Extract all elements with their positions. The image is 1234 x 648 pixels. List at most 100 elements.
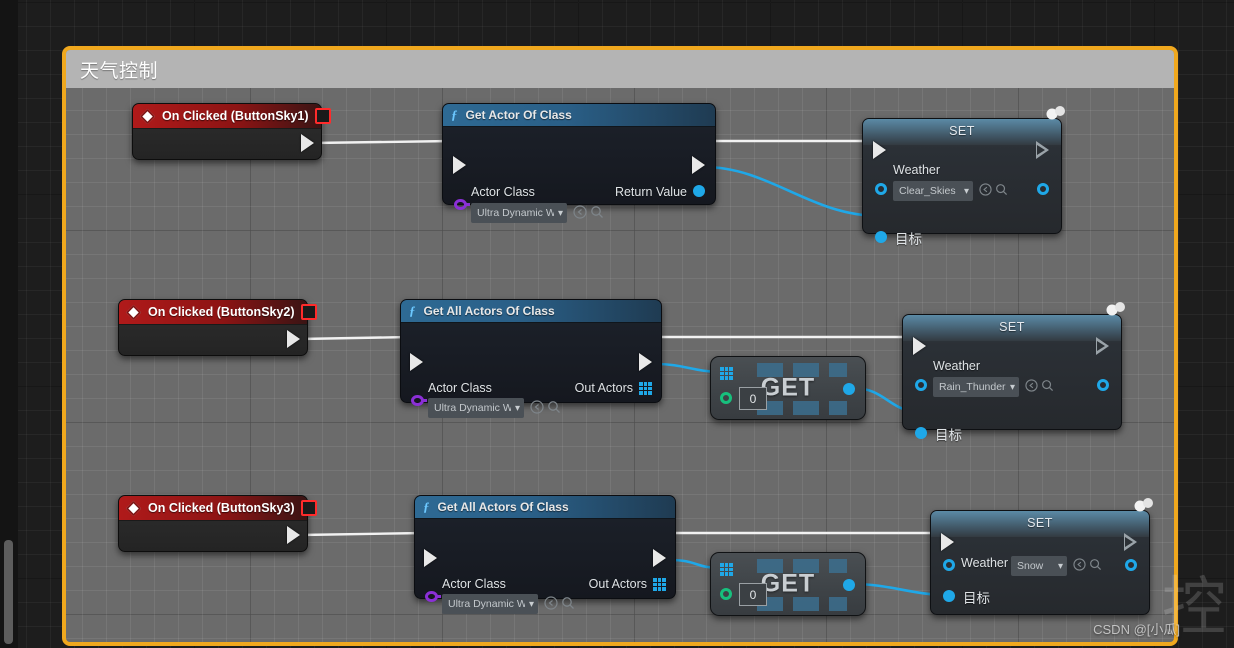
weather-input-pin[interactable] bbox=[943, 559, 955, 571]
comment-header[interactable]: 天气控制 bbox=[66, 50, 1174, 88]
index-input-pin[interactable] bbox=[720, 392, 732, 404]
actor-class-dropdown[interactable]: Ultra Dynamic W ▾ bbox=[428, 398, 524, 418]
search-icon bbox=[996, 184, 1008, 196]
browse-back-icon bbox=[530, 400, 544, 414]
event-node-buttonsky3[interactable]: On Clicked (ButtonSky3) bbox=[118, 495, 317, 552]
actor-class-input-pin[interactable] bbox=[425, 591, 441, 602]
out-actors-label: Out Actors bbox=[588, 577, 647, 591]
exec-in-pin[interactable] bbox=[424, 549, 437, 567]
search-icon bbox=[1042, 380, 1054, 392]
target-input-pin[interactable] bbox=[915, 427, 927, 439]
chevron-down-icon: ▾ bbox=[514, 402, 520, 414]
stop-square-icon[interactable] bbox=[300, 304, 317, 320]
target-input-pin[interactable] bbox=[943, 590, 955, 602]
set-node-weather-rain-thunderstorm[interactable]: SET Weather Rain_Thundersto ▾ 目标 bbox=[902, 302, 1125, 443]
set-node-weather-clear-skies[interactable]: SET Weather Clear_Skies ▾ 目标 bbox=[862, 106, 1065, 247]
actor-class-tools[interactable] bbox=[573, 205, 604, 219]
exec-out-pin[interactable] bbox=[301, 134, 314, 152]
actor-class-dropdown[interactable]: Ultra Dynamic W ▾ bbox=[442, 594, 538, 614]
blueprint-graph-canvas[interactable]: 天气控制 On Clicked (ButtonSky1) ƒ Get Actor… bbox=[0, 0, 1234, 648]
weather-input-pin[interactable] bbox=[875, 183, 887, 195]
weather-output-pin[interactable] bbox=[1125, 559, 1137, 571]
browse-back-icon bbox=[544, 596, 558, 610]
get-output-pin[interactable] bbox=[843, 383, 855, 395]
event-header: On Clicked (ButtonSky3) bbox=[119, 496, 317, 521]
array-input-pin[interactable] bbox=[720, 367, 733, 380]
get-array-item-node-3[interactable]: GET 0 bbox=[710, 552, 866, 616]
vertical-scrollbar[interactable] bbox=[4, 540, 13, 644]
return-value-output-pin[interactable] bbox=[693, 185, 705, 197]
exec-in-pin[interactable] bbox=[453, 156, 466, 174]
function-title: Get All Actors Of Class bbox=[437, 500, 569, 514]
exec-out-pin[interactable] bbox=[639, 353, 652, 371]
exec-in-pin[interactable] bbox=[410, 353, 423, 371]
event-diamond-icon bbox=[125, 304, 142, 320]
set-node-weather-snow[interactable]: SET Weather Snow ▾ 目标 bbox=[930, 498, 1153, 615]
weather-dropdown[interactable]: Clear_Skies ▾ bbox=[893, 181, 973, 201]
actor-class-input-pin[interactable] bbox=[454, 199, 470, 210]
set-header: SET bbox=[863, 106, 1065, 145]
function-body: Actor Class Ultra Dynamic W ▾ Out Actors bbox=[401, 323, 661, 418]
get-output-pin[interactable] bbox=[843, 579, 855, 591]
actor-class-input-pin[interactable] bbox=[411, 395, 427, 406]
stop-square-icon[interactable] bbox=[300, 500, 317, 516]
weather-output-pin[interactable] bbox=[1037, 183, 1049, 195]
exec-out-pin[interactable] bbox=[1124, 533, 1137, 551]
chevron-down-icon: ▾ bbox=[528, 598, 534, 610]
exec-out-pin[interactable] bbox=[653, 549, 666, 567]
chevron-down-icon: ▾ bbox=[1057, 560, 1063, 572]
chevron-down-icon: ▾ bbox=[1009, 381, 1015, 393]
get-array-item-node-2[interactable]: GET 0 bbox=[710, 356, 866, 420]
event-title: On Clicked (ButtonSky3) bbox=[148, 501, 295, 515]
event-header: On Clicked (ButtonSky1) bbox=[133, 104, 331, 129]
weather-label: Weather bbox=[933, 359, 981, 373]
function-node-get-all-actors-of-class-2[interactable]: ƒ Get All Actors Of Class Actor Class Ul… bbox=[400, 299, 662, 418]
weather-input-pin[interactable] bbox=[915, 379, 927, 391]
function-body: Actor Class Ultra Dynamic W ▾ Out Actors bbox=[415, 519, 675, 614]
weather-dropdown[interactable]: Rain_Thundersto ▾ bbox=[933, 377, 1019, 397]
get-label: GET bbox=[760, 569, 816, 598]
search-icon bbox=[562, 597, 574, 609]
chevron-down-icon: ▾ bbox=[557, 207, 563, 219]
function-node-get-all-actors-of-class-3[interactable]: ƒ Get All Actors Of Class Actor Class Ul… bbox=[414, 495, 676, 614]
index-input-pin[interactable] bbox=[720, 588, 732, 600]
weather-value: Clear_Skies bbox=[899, 185, 956, 197]
weather-dropdown[interactable]: Snow ▾ bbox=[1011, 556, 1067, 576]
stop-square-icon[interactable] bbox=[314, 108, 331, 124]
exec-out-pin[interactable] bbox=[287, 526, 300, 544]
exec-out-pin[interactable] bbox=[1096, 337, 1109, 355]
weather-tools[interactable] bbox=[1073, 558, 1102, 571]
exec-out-pin[interactable] bbox=[1036, 141, 1049, 159]
function-header: ƒ Get All Actors Of Class bbox=[401, 300, 661, 323]
function-header: ƒ Get Actor Of Class bbox=[443, 104, 715, 127]
out-actors-output-pin[interactable] bbox=[653, 578, 666, 591]
target-input-pin[interactable] bbox=[875, 231, 887, 243]
set-title: SET bbox=[999, 320, 1025, 334]
weather-tools[interactable] bbox=[979, 183, 1008, 196]
index-value-field[interactable]: 0 bbox=[739, 583, 767, 606]
actor-class-tools[interactable] bbox=[544, 596, 575, 610]
weather-output-pin[interactable] bbox=[1097, 379, 1109, 391]
exec-in-pin[interactable] bbox=[873, 141, 886, 159]
exec-in-pin[interactable] bbox=[913, 337, 926, 355]
exec-in-pin[interactable] bbox=[941, 533, 954, 551]
out-actors-label: Out Actors bbox=[574, 381, 633, 395]
array-input-pin[interactable] bbox=[720, 563, 733, 576]
actor-class-dropdown[interactable]: Ultra Dynamic W ▾ bbox=[471, 203, 567, 223]
out-actors-output-pin[interactable] bbox=[639, 382, 652, 395]
exec-out-pin[interactable] bbox=[692, 156, 705, 174]
weather-tools[interactable] bbox=[1025, 379, 1054, 392]
event-node-buttonsky1[interactable]: On Clicked (ButtonSky1) bbox=[132, 103, 331, 160]
set-corner-indicator-icon bbox=[1106, 302, 1125, 316]
function-f-icon: ƒ bbox=[423, 499, 430, 514]
event-title: On Clicked (ButtonSky1) bbox=[162, 109, 309, 123]
actor-class-tools[interactable] bbox=[530, 400, 561, 414]
set-header: SET bbox=[931, 498, 1153, 537]
event-node-buttonsky2[interactable]: On Clicked (ButtonSky2) bbox=[118, 299, 317, 356]
function-node-get-actor-of-class[interactable]: ƒ Get Actor Of Class Actor Class Ultra D… bbox=[442, 103, 716, 223]
actor-class-value: Ultra Dynamic W bbox=[448, 598, 525, 610]
function-f-icon: ƒ bbox=[409, 303, 416, 318]
exec-out-pin[interactable] bbox=[287, 330, 300, 348]
set-corner-indicator-icon bbox=[1134, 498, 1153, 512]
index-value-field[interactable]: 0 bbox=[739, 387, 767, 410]
